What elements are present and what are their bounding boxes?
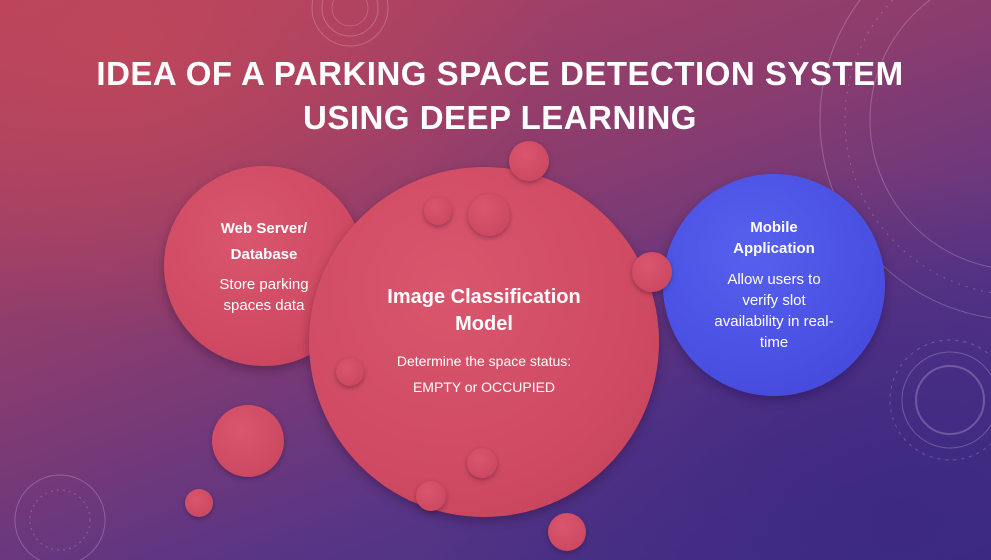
mobile-app-heading-line-2: Application [733, 240, 815, 257]
bubble-decoration [416, 481, 446, 511]
bubble-decoration [424, 197, 452, 225]
image-model-heading-line-2: Model [455, 313, 513, 335]
mobile-app-circle: Mobile Application Allow users to verify… [663, 174, 885, 396]
title-line-1: IDEA OF A PARKING SPACE DETECTION SYSTEM [96, 55, 904, 92]
image-model-text-line-1: Determine the space status: [396, 353, 572, 369]
bubble-decoration [212, 405, 284, 477]
web-server-heading: Web Server/ Database [221, 216, 307, 268]
mobile-app-text-line-3: availability in real- [714, 313, 834, 330]
bubble-decoration [468, 194, 510, 236]
mobile-app-heading: Mobile Application [733, 217, 815, 259]
bubble-decoration [185, 489, 213, 517]
image-model-heading-line-1: Image Classification [387, 286, 581, 308]
image-model-text-line-2: EMPTY or OCCUPIED [412, 379, 556, 395]
image-model-text: Determine the space status: EMPTY or OCC… [397, 348, 571, 400]
web-server-text: Store parking spaces data [219, 274, 308, 316]
bubble-decoration [467, 448, 497, 478]
bubble-decoration [548, 513, 586, 551]
bubble-decoration [632, 252, 672, 292]
web-server-text-line-1: Store parking [219, 276, 309, 293]
mobile-app-text-line-2: verify slot [742, 292, 806, 309]
web-server-text-line-2: spaces data [223, 297, 305, 314]
bubble-decoration [336, 358, 364, 386]
title-line-2: USING DEEP LEARNING [303, 99, 697, 136]
web-server-heading-line-2: Database [230, 246, 298, 263]
mobile-app-heading-line-1: Mobile [750, 219, 798, 236]
mobile-app-text-line-4: time [759, 334, 789, 351]
slide-title: IDEA OF A PARKING SPACE DETECTION SYSTEM… [60, 52, 940, 140]
mobile-app-text: Allow users to verify slot availability … [714, 269, 833, 353]
web-server-heading-line-1: Web Server/ [220, 220, 308, 237]
image-model-heading: Image Classification Model [387, 284, 580, 338]
mobile-app-text-line-1: Allow users to [727, 271, 821, 288]
slide: IDEA OF A PARKING SPACE DETECTION SYSTEM… [0, 0, 991, 560]
bubble-decoration [509, 141, 549, 181]
